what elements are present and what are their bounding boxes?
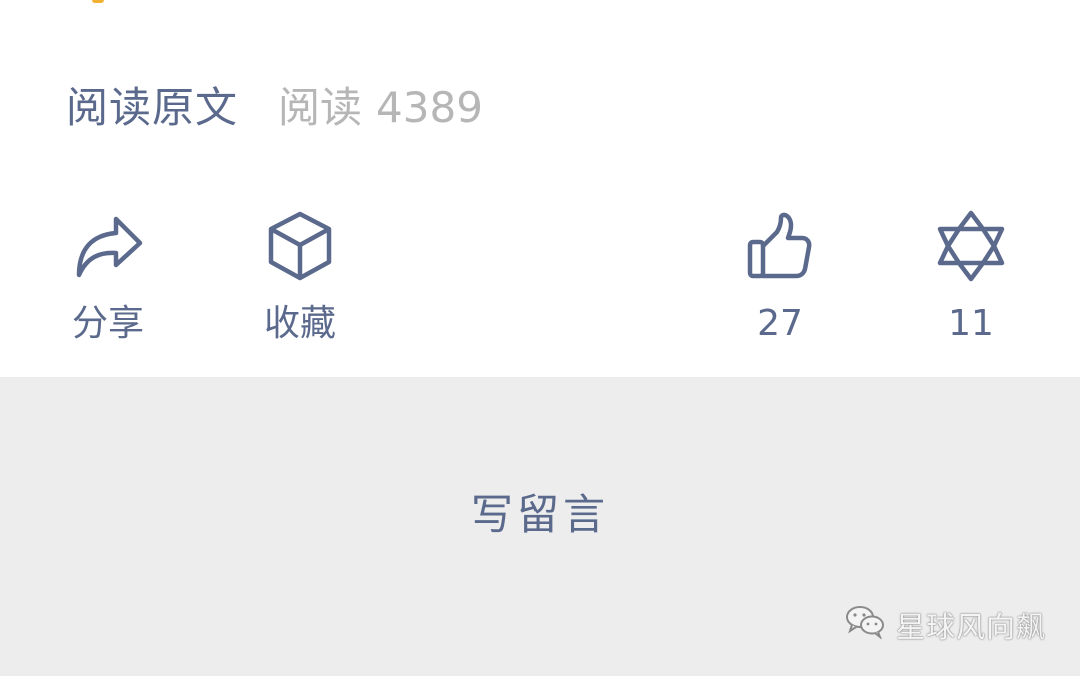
action-bar: 分享 收藏 27 11 (0, 200, 1080, 360)
watermark-text: 星球风向飙 (895, 609, 1046, 644)
watermark: 星球风向飙 (844, 603, 1046, 646)
read-original-link[interactable]: 阅读原文 (66, 80, 238, 136)
share-label: 分享 (71, 303, 144, 344)
box-icon (262, 208, 338, 284)
wechat-icon (844, 603, 886, 646)
read-count-label: 阅读 (278, 83, 363, 132)
wow-count: 11 (948, 303, 994, 344)
share-button[interactable]: 分享 (48, 208, 168, 344)
collect-label: 收藏 (263, 303, 336, 344)
share-icon (70, 208, 146, 284)
read-row: 阅读原文 阅读 4389 (66, 80, 483, 136)
read-count: 阅读 4389 (278, 80, 483, 136)
top-accent-mark (92, 0, 104, 3)
read-count-value: 4389 (376, 83, 483, 132)
comment-area: 写留言 星球风向飙 (0, 377, 1080, 676)
like-count: 27 (757, 303, 803, 344)
thumbs-up-icon (742, 208, 818, 284)
star-of-david-icon (933, 208, 1009, 284)
wow-button[interactable]: 11 (911, 208, 1031, 344)
collect-button[interactable]: 收藏 (240, 208, 360, 344)
like-button[interactable]: 27 (720, 208, 840, 344)
write-comment-button[interactable]: 写留言 (440, 487, 640, 543)
